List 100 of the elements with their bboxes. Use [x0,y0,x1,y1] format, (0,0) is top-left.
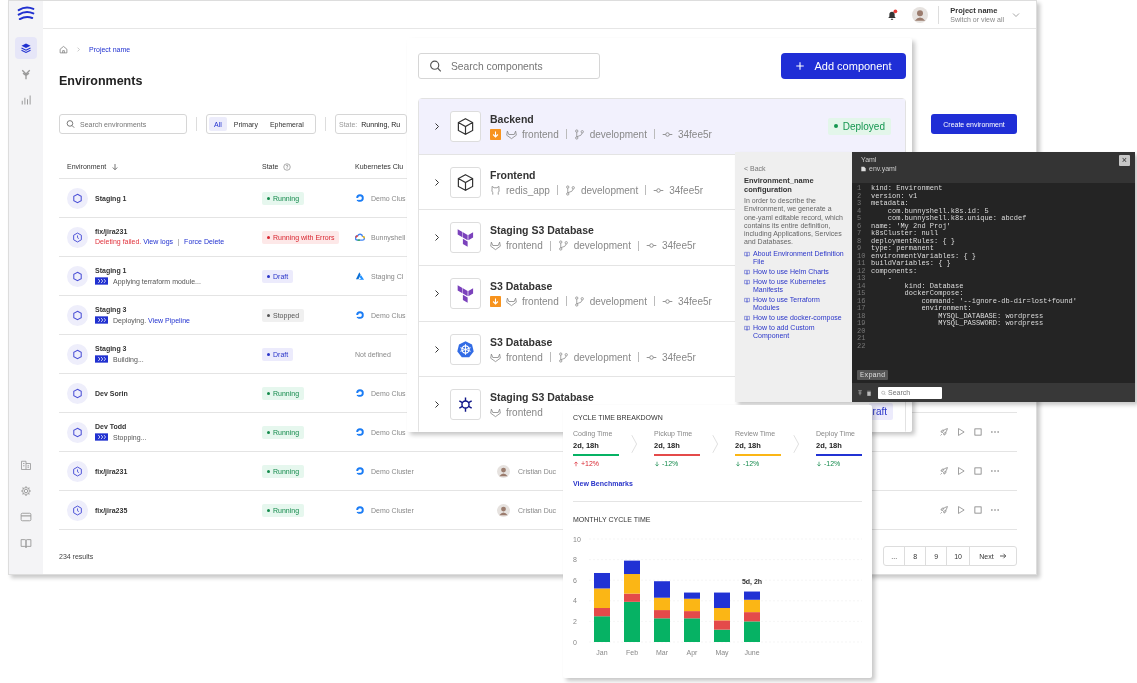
status-badge: Deployed [827,117,891,135]
repo-name: frontend [522,128,559,140]
arrow-down-icon [816,460,822,467]
repo-name: redis_app [506,184,550,196]
ring-icon [355,466,365,476]
chart-bar [594,573,610,589]
branch-name: development [573,351,631,363]
chevron-right-icon[interactable] [433,344,441,354]
ring-icon [355,427,365,437]
chevron-right-icon[interactable] [433,177,441,187]
stop-icon[interactable] [973,505,983,515]
chevron-right-icon [712,432,720,456]
repo-name: frontend [506,407,543,419]
commit-hash: 34fee5r [661,351,696,363]
chart-bar [714,592,730,608]
plus-icon [795,61,806,71]
branch-icon [557,351,569,363]
ring-icon [355,310,365,320]
play-icon[interactable] [956,505,966,515]
cloud-icon [355,232,365,242]
bar-chart-icon [20,94,32,106]
component-row[interactable]: Backend frontend development 34fee5r Deployed [419,99,905,155]
component-name: Staging S3 Database [490,224,595,237]
mountain-icon [355,271,365,281]
building-icon [20,459,32,471]
branch-name: development [589,295,647,307]
ring-icon [355,193,365,203]
clock-icon [67,499,88,521]
bell-icon[interactable] [886,8,899,21]
fox-icon [490,240,501,252]
play-icon[interactable] [956,466,966,476]
stop-icon[interactable] [973,466,983,476]
fox-icon [506,295,517,307]
book-icon [744,296,750,303]
close-button[interactable]: × [1119,155,1130,166]
branch-name: development [580,184,639,196]
chevron-right-icon[interactable] [433,121,441,131]
arrow-down-icon[interactable] [111,162,120,171]
avatar-icon [497,464,510,478]
layers-icon [20,42,32,54]
fox-icon [490,407,501,419]
settings-icon [20,485,32,497]
arrow-down-icon [735,460,741,467]
rocket-icon[interactable] [939,427,949,437]
help-icon[interactable] [283,162,292,171]
wheel-icon [450,389,481,421]
book-icon [744,324,750,331]
book-icon [20,537,32,549]
chart-bar [624,560,640,574]
logo-icon[interactable] [16,5,36,23]
chevron-right-icon [793,432,801,456]
stop-icon[interactable] [973,427,983,437]
commit-hash: 34fee5r [677,128,712,140]
branch-name: development [589,128,647,140]
chart-bar [714,620,730,630]
branch-icon [573,295,585,307]
search-icon [429,59,442,73]
branch-icon [573,128,585,140]
chart-bar [654,581,670,598]
chevron-right-icon [76,46,81,52]
chevron-right-icon [631,432,639,456]
book-icon [744,278,750,285]
branch-icon [564,184,576,196]
commit-hash: 34fee5r [677,295,712,307]
commit-hash: 34fee5r [669,184,704,196]
book-icon [744,314,750,321]
component-name: S3 Database [490,279,554,292]
book-icon [744,268,750,275]
ring-icon [355,505,365,515]
add-component-button[interactable]: Add component [781,53,906,79]
branch-name: development [573,240,631,252]
repo-name: frontend [522,295,559,307]
chevron-right-icon[interactable] [433,288,441,298]
card-icon [20,511,32,523]
chevron-right-icon[interactable] [433,400,441,410]
avatar-icon[interactable] [912,6,929,23]
play-icon[interactable] [956,427,966,437]
commit-hash: 34fee5r [661,240,696,252]
chevron-right-icon[interactable] [433,233,441,243]
search-icon [66,119,75,129]
blocks-icon [450,277,481,309]
rocket-icon[interactable] [939,505,949,515]
rocket-icon[interactable] [939,466,949,476]
tree-icon [20,68,32,80]
fox-icon [490,351,501,363]
cube-icon [450,166,481,198]
home-icon[interactable] [59,44,68,54]
arrow-up-icon [573,460,579,467]
nav-button[interactable] [15,37,37,59]
component-name: Staging S3 Database [490,391,594,404]
repo-name: frontend [506,351,543,363]
fox-icon [506,128,517,140]
arrow-right-icon [998,552,1007,560]
chevron-down-icon[interactable] [1012,10,1020,19]
ship-wheel-icon [450,333,481,365]
file-icon [861,165,866,172]
component-name: Backend [490,112,535,125]
branch-icon [557,240,569,252]
avatar-icon [497,503,510,517]
search-field[interactable]: Search components [418,53,600,79]
